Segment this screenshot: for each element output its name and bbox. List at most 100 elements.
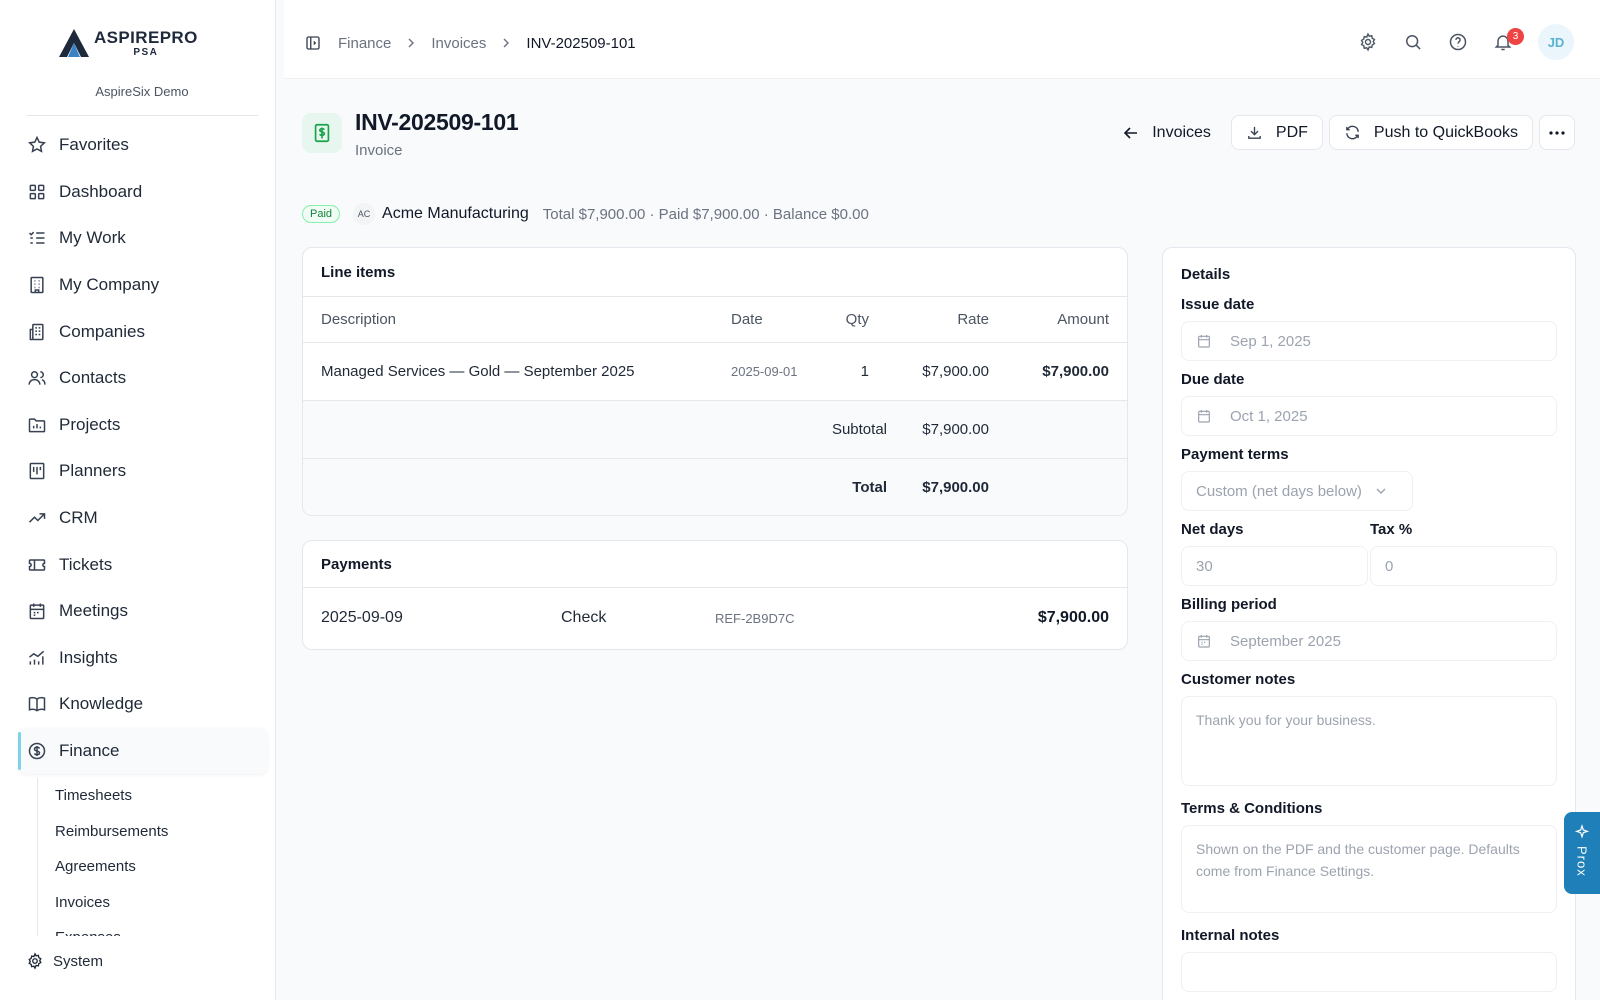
- cell-date: 2025-09-01: [713, 342, 823, 401]
- sidebar-item-tickets[interactable]: Tickets: [18, 541, 268, 588]
- chevron-right-icon: [503, 38, 510, 48]
- more-horizontal-icon: [1549, 130, 1565, 135]
- status-badge: Paid: [302, 205, 341, 223]
- sidebar-item-label: Favorites: [59, 135, 129, 155]
- subtotal-row: Subtotal $7,900.00: [303, 400, 1127, 459]
- sidebar-item-label: Planners: [59, 461, 127, 481]
- sidebar-item-label: My Company: [59, 275, 160, 295]
- line-items-table: Description Date Qty Rate Amount Managed…: [303, 297, 1127, 515]
- table-row[interactable]: Managed Services — Gold — September 2025…: [303, 342, 1127, 401]
- subnav-item-agreements[interactable]: Agreements: [38, 849, 257, 885]
- search-icon[interactable]: [1403, 32, 1423, 52]
- refresh-icon: [1346, 125, 1359, 140]
- subnav-item-reimbursements[interactable]: Reimbursements: [38, 814, 257, 850]
- details-title: Details: [1181, 266, 1231, 283]
- sidebar-item-projects[interactable]: Projects: [18, 402, 268, 449]
- invoice-summary-row: Paid AC Acme Manufacturing Total $7,900.…: [302, 203, 869, 225]
- page-title: INV-202509-101: [355, 109, 519, 135]
- system-label: System: [53, 952, 104, 970]
- column-header-qty: Qty: [823, 297, 887, 343]
- cell-amount: $7,900.00: [1007, 342, 1127, 401]
- issue-date-value: Sep 1, 2025: [1230, 332, 1311, 350]
- net-days-input[interactable]: 30: [1181, 546, 1368, 586]
- payment-amount: $7,900.00: [1037, 609, 1109, 626]
- finance-subnav: Timesheets Reimbursements Agreements Inv…: [37, 778, 257, 936]
- calendar-icon: [1198, 635, 1210, 648]
- payment-row[interactable]: 2025-09-09 Check REF-2B9D7C $7,900.00: [303, 588, 1127, 649]
- sidebar-item-insights[interactable]: Insights: [18, 635, 268, 682]
- app-logo[interactable]: ASPIREPRO PSA: [58, 28, 198, 58]
- grid-icon: [29, 184, 45, 200]
- billing-period-value: September 2025: [1230, 632, 1341, 650]
- customer-notes-textarea[interactable]: Thank you for your business.: [1181, 696, 1557, 786]
- company-link[interactable]: Acme Manufacturing: [382, 205, 529, 223]
- sidebar-item-label: Tickets: [59, 554, 113, 574]
- cell-qty: 1: [823, 342, 887, 401]
- sidebar-item-planners[interactable]: Planners: [18, 448, 268, 495]
- arrow-left-icon: [1124, 126, 1138, 139]
- buildings-icon: [29, 323, 44, 340]
- payments-card: Payments 2025-09-09 Check REF-2B9D7C $7,…: [302, 540, 1128, 650]
- totals-summary: Total $7,900.00 · Paid $7,900.00 · Balan…: [542, 205, 869, 223]
- internal-notes-textarea[interactable]: [1181, 952, 1557, 992]
- sidebar-item-contacts[interactable]: Contacts: [18, 355, 268, 402]
- sidebar-item-companies[interactable]: Companies: [18, 308, 268, 355]
- cell-rate: $7,900.00: [887, 342, 1007, 401]
- pdf-button[interactable]: PDF: [1230, 115, 1323, 150]
- assistant-label: Prox: [1574, 846, 1590, 877]
- details-panel: Details Issue date Sep 1, 2025 Due date …: [1162, 247, 1576, 1000]
- invoice-icon: [302, 113, 342, 153]
- settings-icon[interactable]: [1358, 32, 1378, 52]
- header-actions: Invoices PDF Push to QuickBooks: [1123, 115, 1575, 150]
- net-days-label: Net days: [1181, 521, 1244, 538]
- sidebar-item-my-work[interactable]: My Work: [18, 215, 268, 262]
- payment-terms-select[interactable]: Custom (net days below): [1181, 471, 1413, 511]
- sidebar-item-meetings[interactable]: Meetings: [18, 588, 268, 635]
- line-items-title: Line items: [303, 248, 1127, 297]
- users-icon: [28, 371, 46, 385]
- sidebar-item-knowledge[interactable]: Knowledge: [18, 681, 268, 728]
- subnav-item-invoices[interactable]: Invoices: [38, 885, 257, 921]
- sidebar-item-system[interactable]: System: [26, 952, 103, 970]
- more-actions-button[interactable]: [1539, 115, 1575, 150]
- sidebar-item-my-company[interactable]: My Company: [18, 262, 268, 309]
- issue-date-field[interactable]: Sep 1, 2025: [1181, 321, 1557, 361]
- breadcrumb: Finance Invoices INV-202509-101: [304, 34, 636, 52]
- back-to-invoices-button[interactable]: Invoices: [1123, 124, 1211, 142]
- assistant-tab[interactable]: Prox: [1564, 812, 1600, 894]
- chart-icon: [29, 650, 45, 665]
- sidebar-item-finance[interactable]: Finance: [18, 727, 268, 775]
- kanban-icon: [29, 463, 45, 480]
- tax-input[interactable]: 0: [1370, 546, 1557, 586]
- breadcrumb-finance[interactable]: Finance: [338, 35, 391, 52]
- gear-icon: [28, 952, 42, 970]
- sidebar-item-dashboard[interactable]: Dashboard: [18, 169, 268, 216]
- dollar-circle-icon: [28, 742, 46, 760]
- user-avatar[interactable]: JD: [1538, 24, 1574, 60]
- breadcrumb-invoices[interactable]: Invoices: [431, 35, 486, 52]
- brand-sub: PSA: [133, 46, 159, 58]
- sparkles-icon: [1574, 824, 1590, 839]
- column-header-amount: Amount: [1007, 297, 1127, 343]
- due-date-field[interactable]: Oct 1, 2025: [1181, 396, 1557, 436]
- subnav-item-expenses[interactable]: Expenses: [38, 920, 257, 936]
- sidebar-item-crm[interactable]: CRM: [18, 495, 268, 542]
- sidebar-toggle-icon[interactable]: [304, 34, 322, 52]
- billing-period-field[interactable]: September 2025: [1181, 621, 1557, 661]
- customer-notes-label: Customer notes: [1181, 671, 1296, 688]
- line-items-card: Line items Description Date Qty Rate Amo…: [302, 247, 1128, 516]
- sidebar-item-favorites[interactable]: Favorites: [18, 122, 268, 169]
- help-icon[interactable]: [1448, 32, 1468, 52]
- terms-textarea[interactable]: Shown on the PDF and the customer page. …: [1181, 825, 1557, 913]
- tax-value: 0: [1385, 557, 1394, 575]
- subtotal-value: $7,900.00: [887, 400, 1007, 459]
- billing-period-label: Billing period: [1181, 596, 1277, 613]
- company-avatar: AC: [353, 203, 376, 225]
- push-to-quickbooks-button[interactable]: Push to QuickBooks: [1328, 115, 1533, 150]
- breadcrumb-current: INV-202509-101: [526, 34, 636, 52]
- subnav-item-timesheets[interactable]: Timesheets: [38, 778, 257, 814]
- notifications-button[interactable]: 3: [1493, 28, 1524, 52]
- total-row: Total $7,900.00: [303, 458, 1127, 515]
- notification-count-badge: 3: [1507, 28, 1524, 45]
- sidebar-item-label: Companies: [59, 321, 145, 341]
